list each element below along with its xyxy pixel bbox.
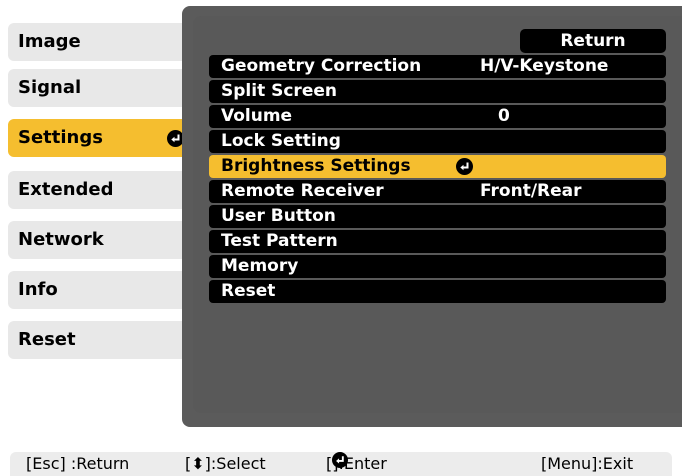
item-label: User Button [221,206,336,226]
tab-label: Image [18,31,81,52]
menu-item-brightness-settings[interactable]: Brightness Settings [209,155,666,178]
enter-icon [456,158,473,175]
tab-image[interactable]: Image [8,23,194,61]
menu-item-volume[interactable]: Volume 0 [209,105,666,128]
item-label: Reset [221,281,276,301]
menu-item-test-pattern[interactable]: Test Pattern [209,230,666,253]
tab-label: Info [18,279,58,300]
return-button[interactable]: Return [520,29,666,53]
item-label: Split Screen [221,81,337,101]
menu-item-user-button[interactable]: User Button [209,205,666,228]
item-label: Test Pattern [221,231,338,251]
item-label: Remote Receiver [221,181,384,201]
key-hint-bar: [Esc] :Return [⬍]:Select []:Enter [Menu]… [10,452,672,476]
item-value: H/V-Keystone [480,56,609,76]
tab-info[interactable]: Info [8,271,194,309]
tab-reset[interactable]: Reset [8,321,194,359]
tab-label: Reset [18,329,76,350]
item-label: Lock Setting [221,131,341,151]
item-label: Memory [221,256,299,276]
menu-item-lock-setting[interactable]: Lock Setting [209,130,666,153]
menu-item-memory[interactable]: Memory [209,255,666,278]
menu-item-remote-receiver[interactable]: Remote Receiver Front/Rear [209,180,666,203]
esc-hint: [Esc] :Return [26,454,130,473]
tab-settings[interactable]: Settings [8,119,194,157]
select-hint: [⬍]:Select [185,454,266,473]
menu-item-split-screen[interactable]: Split Screen [209,80,666,103]
menu-item-reset[interactable]: Reset [209,280,666,303]
item-label: Volume [221,106,293,126]
menu-exit-hint: [Menu]:Exit [541,454,634,473]
item-value: 0 [498,106,510,126]
tab-signal[interactable]: Signal [8,69,194,107]
menu-item-geometry-correction[interactable]: Geometry Correction H/V-Keystone [209,55,666,78]
item-value: Front/Rear [480,181,582,201]
enter-icon [332,452,349,468]
tab-extended[interactable]: Extended [8,171,194,209]
tab-label: Signal [18,77,82,98]
return-label: Return [560,31,626,51]
tab-label: Settings [18,127,103,148]
item-label: Brightness Settings [221,156,411,176]
tab-network[interactable]: Network [8,221,194,259]
item-label: Geometry Correction [221,56,422,76]
tab-label: Extended [18,179,114,200]
enter-hint: []:Enter [326,452,387,476]
tab-label: Network [18,229,104,250]
